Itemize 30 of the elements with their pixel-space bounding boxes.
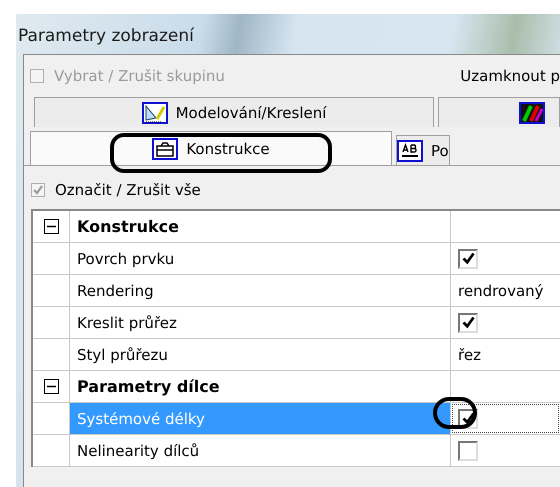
drafting-icon xyxy=(142,102,168,124)
collapse-icon[interactable] xyxy=(44,379,58,394)
checkbox[interactable] xyxy=(458,312,478,332)
lock-label: Uzamknout p xyxy=(460,67,560,85)
check-mark-icon xyxy=(460,411,476,426)
property-name[interactable]: Styl průřezu xyxy=(70,339,451,370)
text-icon xyxy=(397,140,423,162)
checkbox-label: Vybrat / Zrušit skupinu xyxy=(54,67,225,85)
checkbox-label: Označit / Zrušit vše xyxy=(55,181,201,199)
group-heading: Parametry dílce xyxy=(70,371,451,402)
check-mark-icon xyxy=(460,315,476,330)
check-mark-icon xyxy=(32,184,44,196)
tab[interactable]: Po xyxy=(396,135,450,165)
pencils-icon xyxy=(519,102,545,124)
property-name[interactable]: Nelinearity dílců xyxy=(70,435,451,466)
check-mark-icon xyxy=(460,251,476,266)
group-heading: Konstrukce xyxy=(70,211,451,242)
property-value: řez xyxy=(458,346,481,364)
property-name[interactable]: Rendering xyxy=(70,275,451,306)
property-value: rendrovaný xyxy=(458,282,544,300)
checkbox[interactable] xyxy=(458,440,478,460)
tab[interactable] xyxy=(438,97,560,127)
checkbox[interactable] xyxy=(458,248,478,268)
tab[interactable]: Konstrukce xyxy=(30,131,392,165)
window-title: Parametry zobrazení xyxy=(17,25,195,48)
collapse-icon[interactable] xyxy=(44,219,58,234)
tab[interactable]: Modelování/Kreslení xyxy=(34,97,434,127)
property-name[interactable]: Kreslit průřez xyxy=(70,307,451,338)
box-icon xyxy=(152,138,178,160)
property-name[interactable]: Povrch prvku xyxy=(70,243,451,274)
